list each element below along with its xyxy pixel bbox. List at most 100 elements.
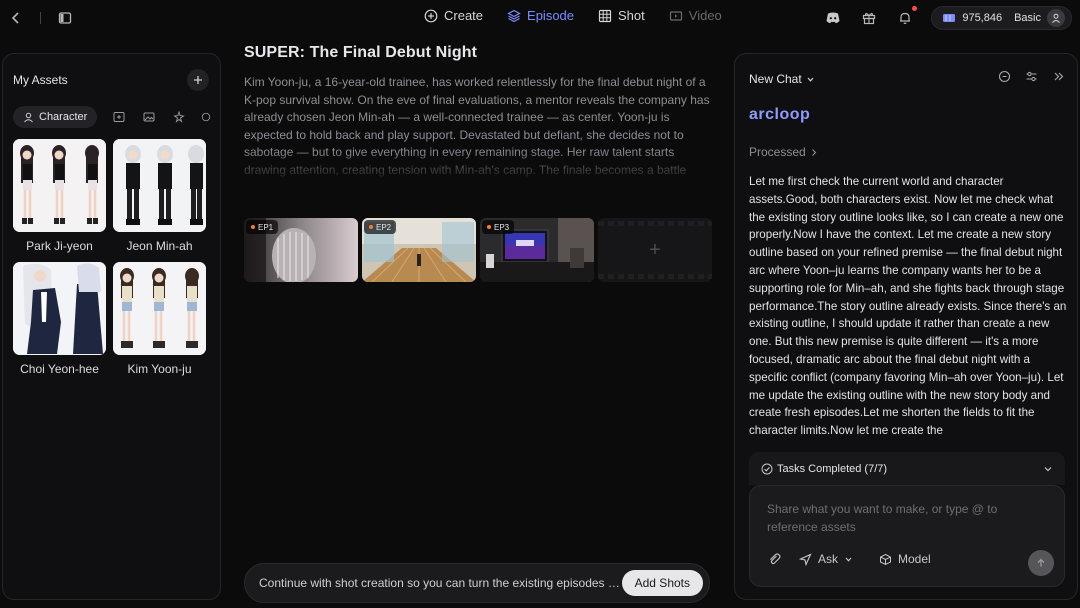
episode-label: EP3 [494,222,510,232]
processed-toggle[interactable]: Processed [749,145,818,159]
chat-title: New Chat [749,72,802,86]
plus-circle-icon [424,9,438,22]
episode-tag: EP1 [246,220,279,234]
chat-composer: Share what you want to make, or type @ t… [749,485,1065,587]
plus-icon [194,76,202,84]
chat-selector[interactable]: New Chat [749,72,815,86]
asset-filters: Character [13,106,211,128]
top-bar: Create Episode Shot Video 975,846 Basic [0,0,1080,36]
assets-title: My Assets [13,73,68,87]
assets-panel: My Assets Character Park Ji-yeon Jeon Mi… [2,53,221,600]
cube-icon [880,553,892,565]
tasks-label: Tasks Completed (7/7) [777,462,888,475]
sidebar-toggle-icon[interactable] [55,8,75,28]
tab-shot[interactable]: Shot [598,8,645,23]
character-sheet-thumbnail [13,262,106,355]
film-perforation [598,221,712,226]
story-synopsis[interactable]: Kim Yoon-ju, a 16-year-old trainee, has … [244,74,712,184]
settings-sliders-icon[interactable] [1025,70,1038,83]
model-selector[interactable]: Model [879,552,931,566]
story-title[interactable]: SUPER: The Final Debut Night [244,44,712,62]
video-icon [669,10,682,21]
tab-video-label: Video [688,8,722,23]
credits-value: 975,846 [962,12,1003,24]
model-label: Model [898,552,931,566]
credits-icon [943,14,956,22]
bell-icon[interactable] [895,6,918,28]
character-sheet-thumbnail [113,139,206,232]
scene-filter-icon[interactable] [111,109,127,125]
chevron-down-icon [807,77,814,82]
send-button[interactable] [1028,550,1054,576]
tab-episode[interactable]: Episode [507,8,574,23]
add-shots-button[interactable]: Add Shots [621,570,703,596]
back-icon[interactable] [6,8,26,28]
send-arrow-icon [799,552,812,566]
image-filter-icon[interactable] [141,109,157,125]
person-icon [24,112,33,122]
composer-tools: Ask Model [767,552,931,566]
chat-bubble-icon[interactable] [998,70,1011,83]
tasks-summary[interactable]: Tasks Completed (7/7) [749,452,1065,485]
arrow-up-icon [1037,558,1045,567]
filter-character[interactable]: Character [13,106,98,128]
tab-create-label: Create [444,8,484,23]
layers-icon [507,9,521,22]
composer-input[interactable]: Share what you want to make, or type @ t… [767,500,1027,536]
chevron-down-icon [845,557,852,562]
character-card[interactable]: Park Ji-yeon [13,139,106,255]
story-panel: SUPER: The Final Debut Night Kim Yoon-ju… [244,44,712,282]
character-name: Park Ji-yeon [26,239,93,253]
ask-mode-selector[interactable]: Ask [799,552,853,566]
audio-filter-icon[interactable] [201,109,211,125]
episode-card[interactable]: EP3 [480,218,594,282]
add-asset-button[interactable] [187,69,209,91]
episode-tag: EP2 [364,220,397,234]
suggestion-bar: Continue with shot creation so you can t… [244,563,710,603]
gift-icon[interactable] [859,8,879,28]
chat-actions [998,70,1065,83]
filter-character-label: Character [39,111,88,123]
episode-card[interactable]: EP2 [362,218,476,282]
character-card[interactable]: Choi Yeon-hee [13,262,106,378]
episode-card[interactable]: EP1 [244,218,358,282]
chevron-down-icon [1044,466,1052,471]
window-controls [6,8,75,28]
brand-logo: arcloop [749,106,811,123]
episode-label: EP2 [376,222,392,232]
tab-video[interactable]: Video [669,8,722,23]
divider [40,12,41,24]
character-name: Jeon Min-ah [126,239,193,253]
character-grid: Park Ji-yeon Jeon Min-ah Choi Yeon-hee K… [13,139,206,378]
episode-label: EP1 [258,222,274,232]
character-name: Kim Yoon-ju [127,362,192,376]
discord-icon[interactable] [823,8,843,28]
collapse-panel-icon[interactable] [1052,70,1065,83]
notification-dot [912,6,918,11]
ask-label: Ask [818,552,839,566]
add-episode-button[interactable]: + [598,218,712,282]
attach-icon[interactable] [767,552,781,566]
user-avatar-icon[interactable] [1047,9,1065,27]
chevron-right-icon [811,148,816,156]
film-perforation [598,274,712,279]
check-circle-icon [761,463,773,474]
top-right-controls: 975,846 Basic [823,6,1072,30]
character-card[interactable]: Kim Yoon-ju [113,262,206,378]
episode-strip: EP1 EP2 EP3 + [244,218,712,282]
character-card[interactable]: Jeon Min-ah [113,139,206,255]
tab-create[interactable]: Create [424,8,483,23]
add-episode-plus-icon: + [649,238,661,261]
status-dot [369,225,373,229]
character-name: Choi Yeon-hee [20,362,99,376]
mode-tabs: Create Episode Shot Video [424,8,722,23]
status-dot [251,225,255,229]
character-sheet-thumbnail [13,139,106,232]
effects-filter-icon[interactable] [171,109,187,125]
credits-badge[interactable]: 975,846 Basic [931,6,1072,30]
status-dot [487,225,491,229]
suggestion-text[interactable]: Continue with shot creation so you can t… [259,576,622,590]
tab-episode-label: Episode [527,8,575,23]
chat-panel: New Chat arcloop Processed Let me first … [734,53,1078,600]
plan-label: Basic [1014,12,1041,24]
